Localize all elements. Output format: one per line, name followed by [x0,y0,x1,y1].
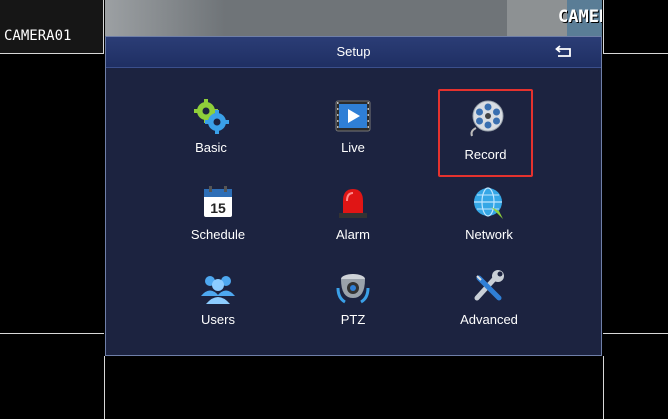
menu-item-label: Users [201,312,235,327]
camera-feed-area [105,0,225,36]
return-icon[interactable] [555,45,573,59]
film-reel-icon [470,100,503,137]
globe-icon [474,187,503,219]
menu-item-record[interactable]: Record [438,89,533,177]
camera-label-01: CAMERA01 [4,28,72,44]
menu-item-users[interactable]: Users [143,262,293,342]
menu-item-label: Basic [195,140,227,155]
grid-divider [603,356,604,419]
dialog-title: Setup [336,44,371,59]
calendar-day-text: 15 [210,200,226,216]
menu-item-live[interactable]: Live [278,90,428,170]
dome-camera-icon [336,274,370,304]
menu-item-schedule[interactable]: 15 Schedule [143,177,293,257]
menu-item-basic[interactable]: Basic [136,90,286,170]
grid-divider [603,333,668,334]
grid-divider [0,333,104,334]
siren-icon [339,189,367,218]
menu-item-label: Live [341,140,365,155]
menu-item-ptz[interactable]: PTZ [278,262,428,342]
camera-tile-03[interactable] [603,0,668,54]
menu-grid: Basic Live Record 15 Schedule Alarm Netw… [106,68,601,355]
menu-item-label: Record [464,147,507,162]
menu-item-label: Advanced [460,312,518,327]
menu-item-alarm[interactable]: Alarm [278,177,428,257]
grid-divider [104,356,105,419]
menu-item-advanced[interactable]: Advanced [414,262,564,342]
menu-item-label: Schedule [190,227,246,242]
setup-dialog: Setup Basic Live Record 15 Schedule Alar… [105,36,602,356]
video-player-icon [335,100,371,132]
menu-item-network[interactable]: Network [414,177,564,257]
camera-tile-02[interactable]: CAMERA02 [105,0,602,36]
gears-icon [194,99,229,134]
wrench-screwdriver-icon [474,270,504,301]
users-icon [201,276,235,304]
menu-item-label: Network [465,227,513,242]
camera-label-02: CAMERA02 [558,7,602,27]
calendar-icon: 15 [204,186,232,217]
menu-item-label: Alarm [336,227,370,242]
dialog-titlebar: Setup [106,37,601,68]
menu-item-label: PTZ [340,312,366,327]
camera-tile-01[interactable]: CAMERA01 [0,0,104,54]
